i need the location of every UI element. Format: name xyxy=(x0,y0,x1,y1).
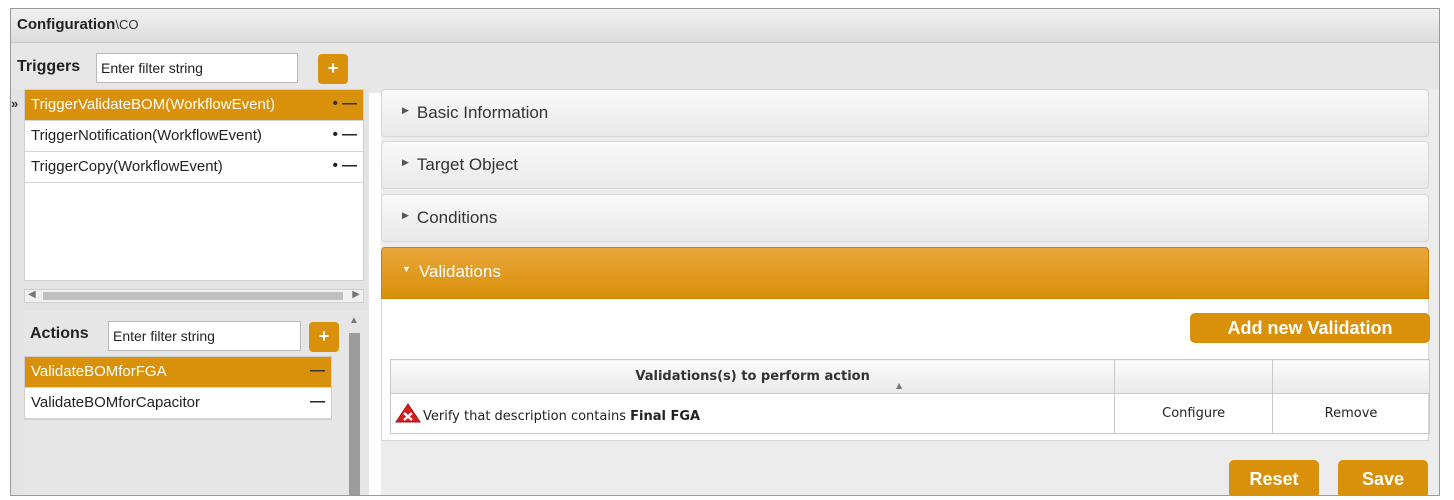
validations-panel: Add new Validation Validations(s) to per… xyxy=(381,299,1430,441)
column-header-configure xyxy=(1114,359,1274,394)
triggers-label: Triggers xyxy=(17,58,81,75)
scroll-left-icon[interactable]: ◀ xyxy=(28,289,36,300)
scroll-right-icon[interactable]: ▶ xyxy=(352,289,360,300)
validation-text: Verify that description contains xyxy=(423,409,631,424)
trigger-item-controls[interactable]: • — xyxy=(333,126,357,143)
section-target-object[interactable]: ▶ Target Object xyxy=(381,141,1429,189)
trigger-item-label: TriggerValidateBOM(WorkflowEvent) xyxy=(31,96,275,113)
scrollbar-thumb[interactable] xyxy=(43,292,343,300)
actions-filter-input[interactable] xyxy=(108,321,301,351)
trigger-item-label: TriggerCopy(WorkflowEvent) xyxy=(31,158,223,175)
validation-highlight: Final FGA xyxy=(630,409,701,424)
actions-area: Actions + ValidateBOMforFGA — ValidateBO… xyxy=(24,311,369,495)
title-bar: Configuration\CO xyxy=(11,9,1439,43)
validations-table: Validations(s) to perform action ▲ Verif… xyxy=(389,359,1430,434)
add-new-validation-button[interactable]: Add new Validation xyxy=(1190,313,1430,343)
caret-down-icon: ▼ xyxy=(402,264,411,274)
section-label: Validations xyxy=(418,262,501,281)
actions-vertical-scrollbar[interactable]: ▲ xyxy=(346,315,363,495)
action-item-controls[interactable]: — xyxy=(310,393,325,410)
caret-right-icon: ▶ xyxy=(402,105,409,115)
left-panel: » TriggerValidateBOM(WorkflowEvent) • — … xyxy=(11,89,369,495)
section-validations[interactable]: ▼ Validations xyxy=(381,247,1429,299)
configuration-window: Configuration\CO Triggers + » TriggerVal… xyxy=(10,8,1440,496)
save-button[interactable]: Save xyxy=(1338,460,1428,495)
section-basic-information[interactable]: ▶ Basic Information xyxy=(381,89,1429,137)
triggers-filter-input[interactable] xyxy=(96,53,298,83)
triggers-toolbar: Triggers + xyxy=(11,43,1439,93)
collapse-arrow-icon[interactable]: » xyxy=(11,96,18,111)
column-header-label: Validations(s) to perform action xyxy=(635,369,870,384)
trigger-item[interactable]: TriggerValidateBOM(WorkflowEvent) • — xyxy=(25,90,363,121)
trigger-item-controls[interactable]: • — xyxy=(333,95,357,112)
section-label: Basic Information xyxy=(416,103,549,122)
column-header-validations[interactable]: Validations(s) to perform action ▲ xyxy=(389,359,1116,394)
action-item[interactable]: ValidateBOMforFGA — xyxy=(25,357,331,388)
actions-list: ValidateBOMforFGA — ValidateBOMforCapaci… xyxy=(24,356,332,420)
window-subtitle: \CO xyxy=(115,17,139,32)
section-label: Target Object xyxy=(416,155,519,174)
window-title: Configuration xyxy=(17,16,116,33)
add-action-button[interactable]: + xyxy=(309,322,339,352)
configure-link[interactable]: Configure xyxy=(1114,393,1274,434)
action-item-label: ValidateBOMforFGA xyxy=(31,363,167,380)
triggers-horizontal-scrollbar[interactable]: ◀ ▶ xyxy=(24,289,364,303)
sort-indicator-icon: ▲ xyxy=(896,381,903,390)
triggers-list: TriggerValidateBOM(WorkflowEvent) • — Tr… xyxy=(24,89,364,281)
error-warning-icon xyxy=(395,403,421,423)
trigger-item-controls[interactable]: • — xyxy=(333,157,357,174)
right-panel: ▶ Basic Information ▶ Target Object ▶ Condi… xyxy=(381,89,1439,495)
scroll-up-icon[interactable]: ▲ xyxy=(349,315,359,326)
table-row: Verify that description contains Final F… xyxy=(389,393,1430,434)
add-trigger-button[interactable]: + xyxy=(318,54,348,84)
trigger-item[interactable]: TriggerNotification(WorkflowEvent) • — xyxy=(25,121,363,152)
caret-right-icon: ▶ xyxy=(402,210,409,220)
caret-right-icon: ▶ xyxy=(402,157,409,167)
trigger-item-label: TriggerNotification(WorkflowEvent) xyxy=(31,127,262,144)
trigger-item[interactable]: TriggerCopy(WorkflowEvent) • — xyxy=(25,152,363,183)
section-conditions[interactable]: ▶ Conditions xyxy=(381,194,1429,242)
reset-button[interactable]: Reset xyxy=(1229,460,1319,495)
validation-description-cell: Verify that description contains Final F… xyxy=(389,393,1116,434)
scrollbar-thumb[interactable] xyxy=(349,333,360,495)
column-header-remove xyxy=(1272,359,1430,394)
action-item[interactable]: ValidateBOMforCapacitor — xyxy=(25,388,331,419)
actions-label: Actions xyxy=(30,325,89,342)
remove-link[interactable]: Remove xyxy=(1272,393,1430,434)
action-item-controls[interactable]: — xyxy=(310,362,325,379)
section-label: Conditions xyxy=(416,208,498,227)
table-header-row: Validations(s) to perform action ▲ xyxy=(389,359,1430,394)
action-item-label: ValidateBOMforCapacitor xyxy=(31,394,200,411)
